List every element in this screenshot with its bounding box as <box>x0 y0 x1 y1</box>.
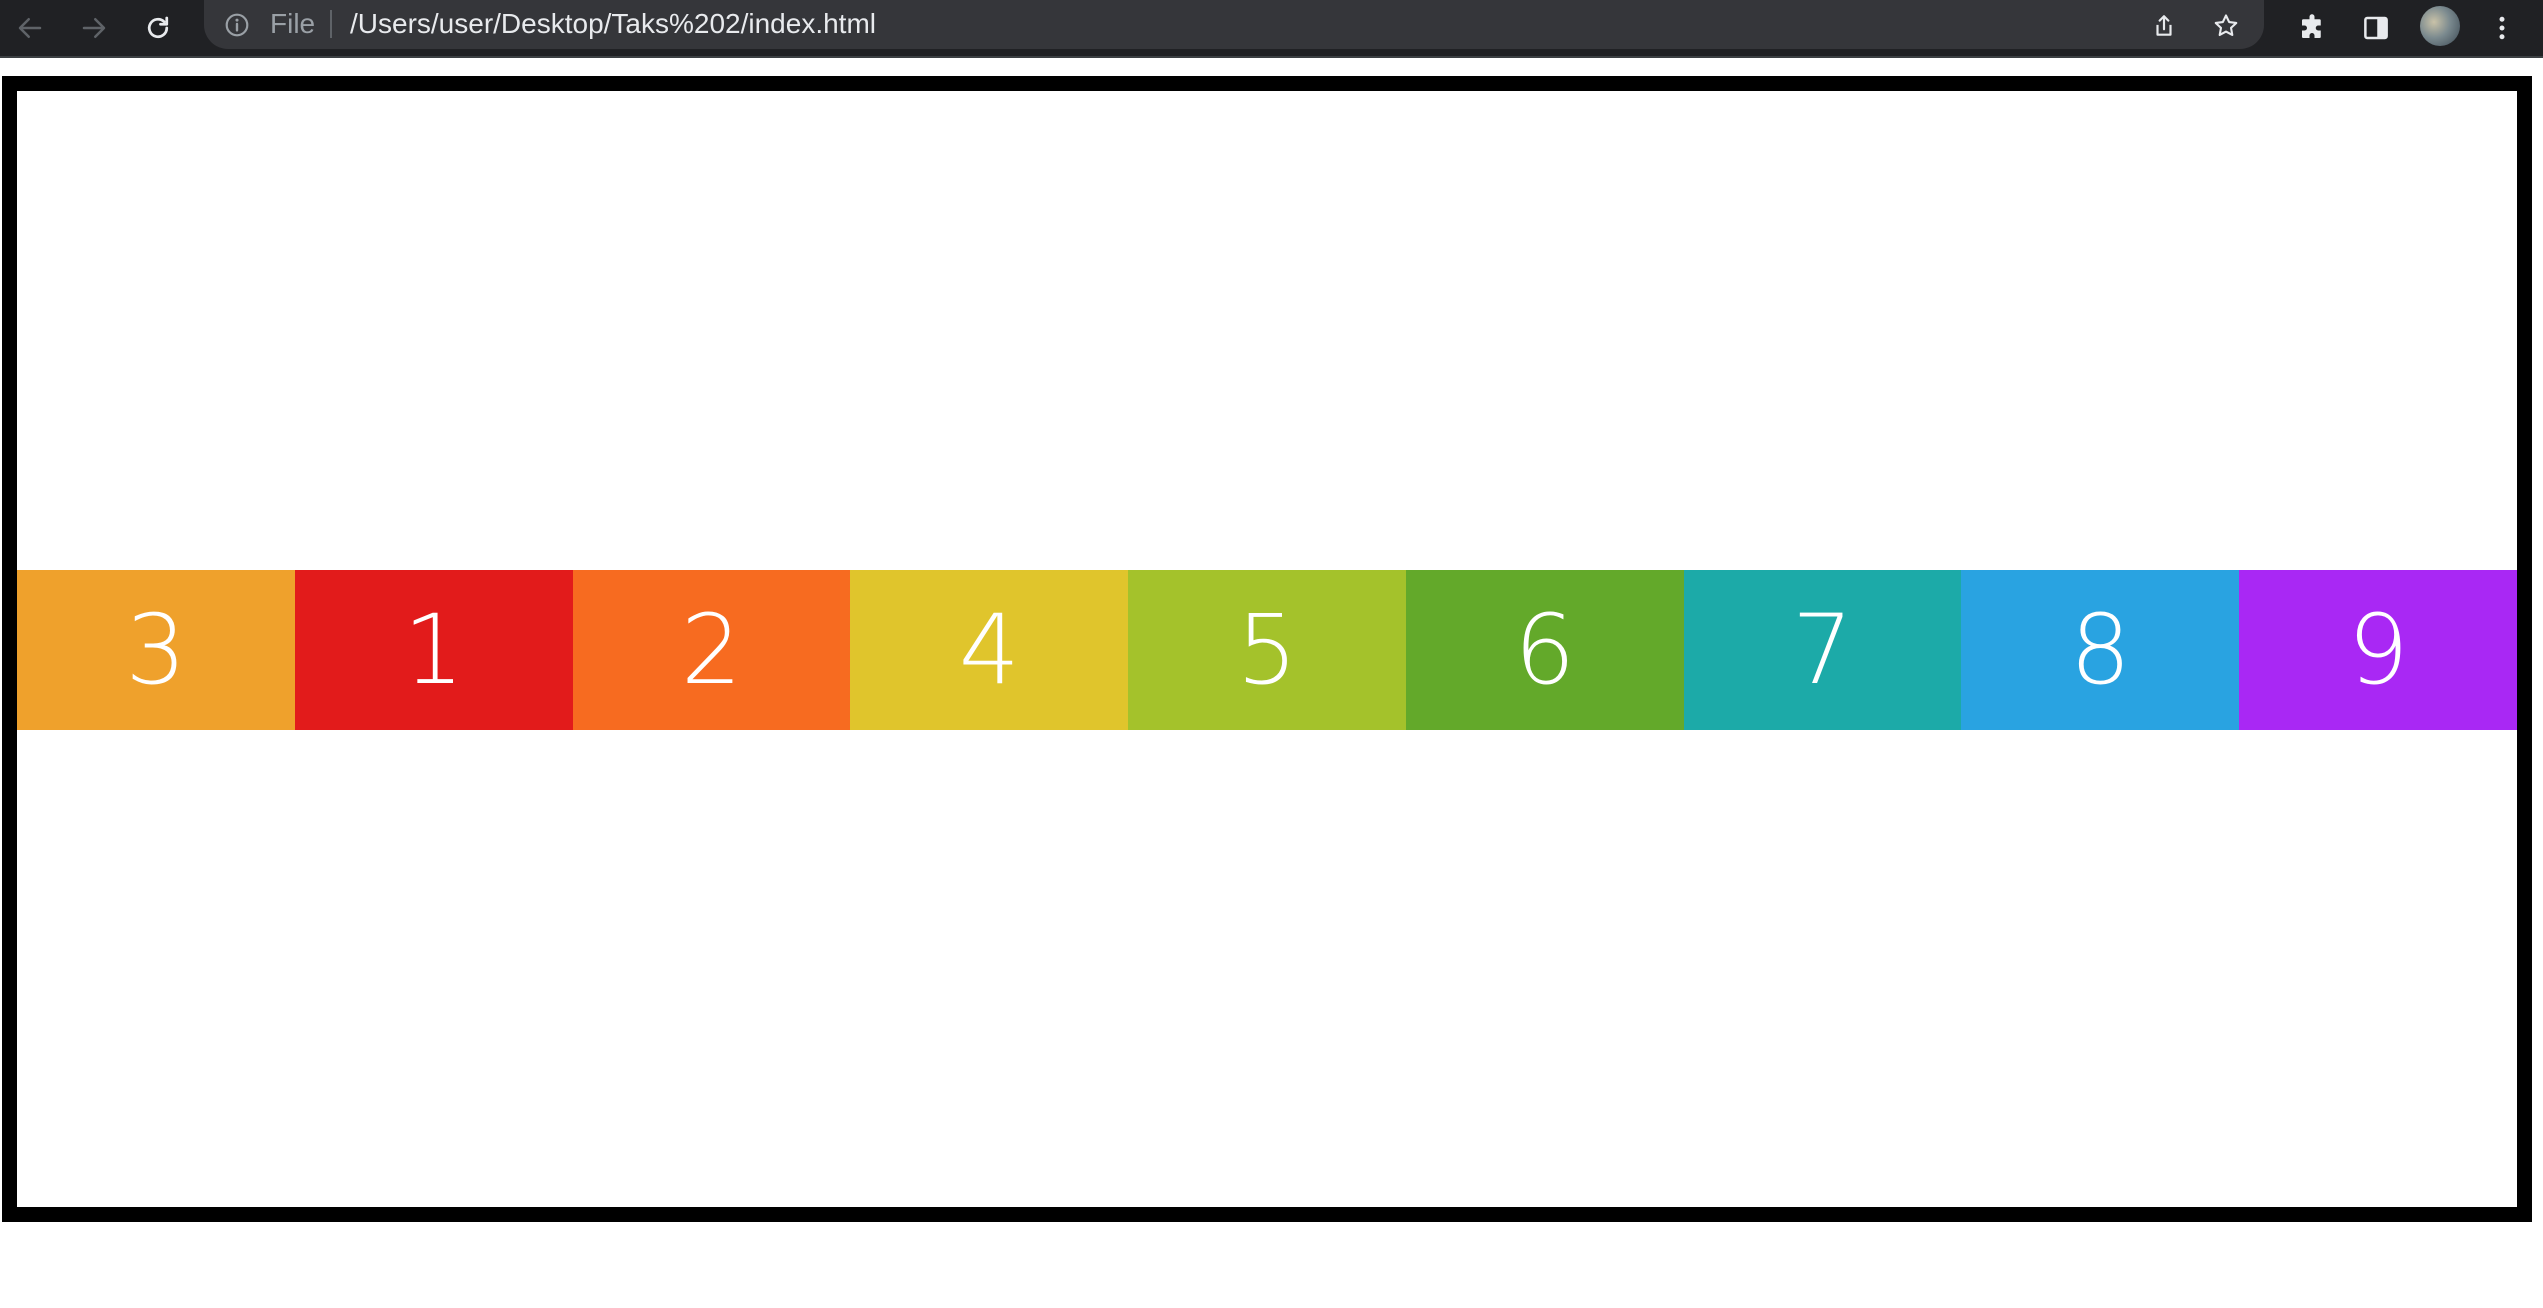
browser-toolbar: File /Users/user/Desktop/Taks%202/index.… <box>0 0 2543 58</box>
box-label: 7 <box>1792 594 1854 706</box>
box-label: 9 <box>2347 594 2409 706</box>
color-box: 9 <box>2239 570 2518 730</box>
side-panel-button[interactable] <box>2354 6 2398 50</box>
box-label: 1 <box>403 594 465 706</box>
site-info-button[interactable] <box>222 10 252 40</box>
box-label: 4 <box>958 594 1020 706</box>
color-box: 8 <box>1961 570 2240 730</box>
share-button[interactable] <box>2144 6 2184 46</box>
box-label: 8 <box>2069 594 2131 706</box>
color-box: 5 <box>1128 570 1406 730</box>
kebab-menu-icon <box>2499 16 2505 40</box>
address-bar[interactable]: File /Users/user/Desktop/Taks%202/index.… <box>204 0 2264 49</box>
back-button[interactable] <box>8 6 52 50</box>
forward-button[interactable] <box>72 6 116 50</box>
color-box: 7 <box>1683 570 1962 730</box>
box-label: 5 <box>1236 594 1298 706</box>
color-box: 3 <box>17 570 295 730</box>
box-label: 3 <box>125 594 187 706</box>
color-box: 6 <box>1405 570 1684 730</box>
star-icon <box>2214 14 2238 37</box>
bordered-container: 3 1 2 4 5 6 7 8 9 <box>2 76 2532 1222</box>
color-box: 4 <box>850 570 1129 730</box>
reload-button[interactable] <box>136 6 180 50</box>
omnibox-divider <box>330 10 332 38</box>
extensions-button[interactable] <box>2290 6 2334 50</box>
puzzle-icon <box>2302 14 2321 38</box>
side-panel-icon <box>2364 16 2388 40</box>
number-strip: 3 1 2 4 5 6 7 8 9 <box>17 570 2518 730</box>
avatar[interactable] <box>2420 6 2460 46</box>
url-scheme-label: File <box>270 8 316 39</box>
box-label: 6 <box>1514 594 1576 706</box>
url-text[interactable]: /Users/user/Desktop/Taks%202/index.html <box>350 7 876 41</box>
info-icon <box>225 13 249 37</box>
box-label: 2 <box>680 594 742 706</box>
browser-menu-button[interactable] <box>2482 6 2522 50</box>
color-box: 2 <box>572 570 851 730</box>
arrow-right-icon <box>82 18 106 38</box>
share-icon <box>2156 15 2172 36</box>
bookmark-button[interactable] <box>2206 6 2246 46</box>
color-box: 1 <box>294 570 573 730</box>
arrow-left-icon <box>18 18 42 38</box>
reload-icon <box>147 16 169 39</box>
page-viewport: 3 1 2 4 5 6 7 8 9 <box>0 60 2543 1308</box>
